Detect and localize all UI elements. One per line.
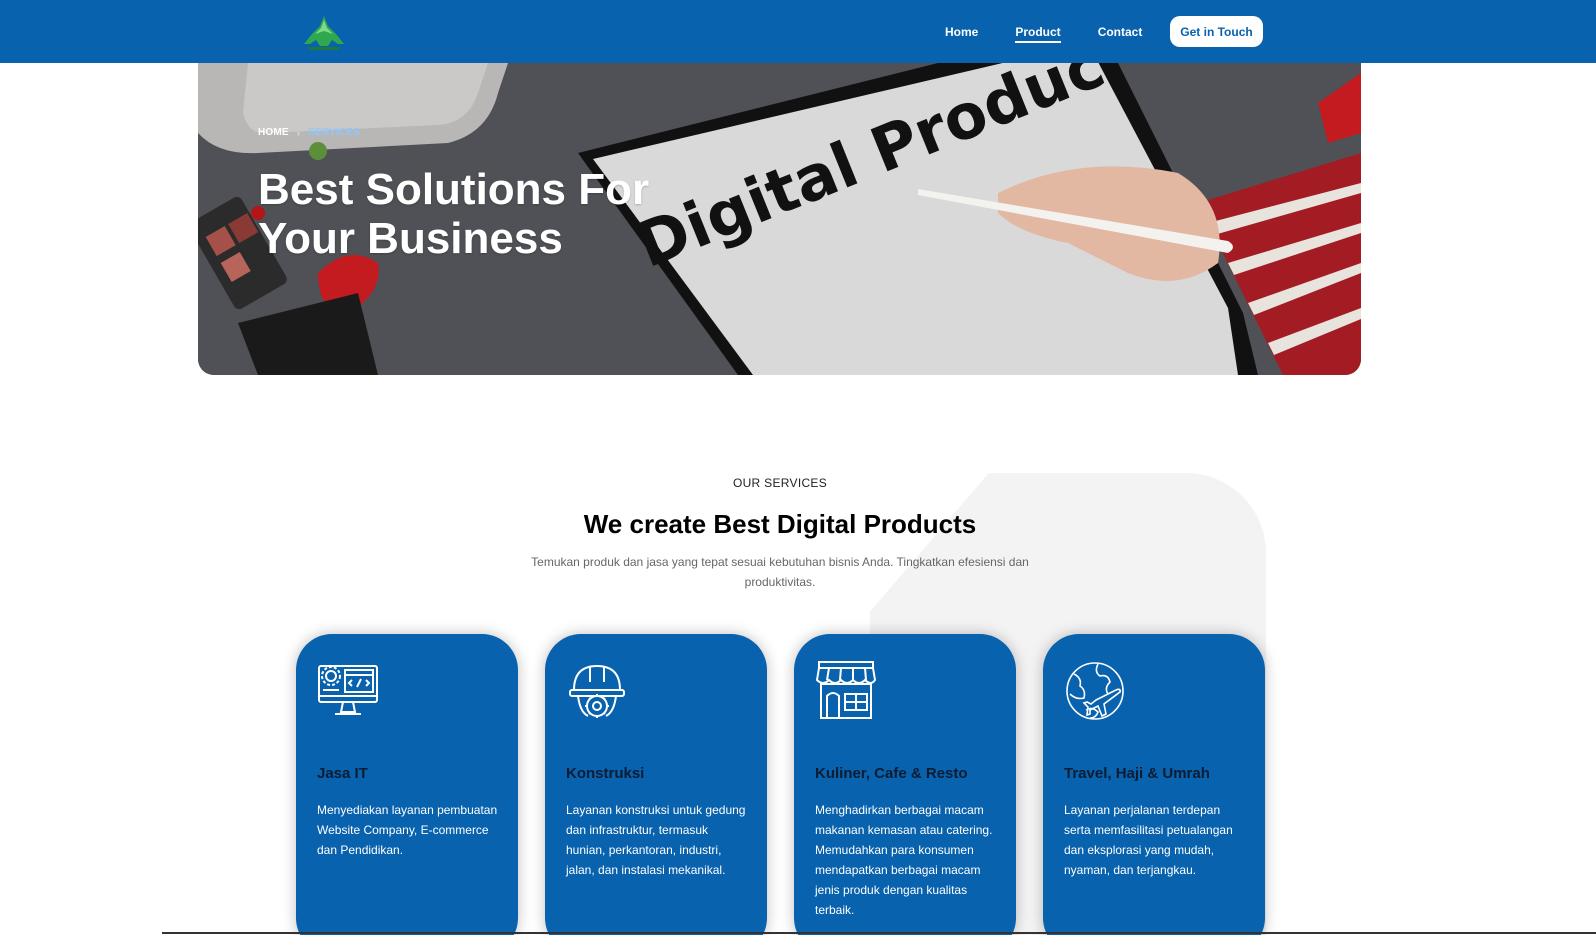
service-card-kuliner[interactable]: Kuliner, Cafe & Resto Menghadirkan berba… — [794, 634, 1016, 935]
service-description: Layanan perjalanan terdepan serta memfas… — [1064, 803, 1233, 877]
nav-product[interactable]: Product — [1015, 25, 1061, 43]
page-divider — [162, 932, 1596, 934]
nav-contact[interactable]: Contact — [1098, 25, 1143, 43]
service-cards: Jasa IT Menyediakan layanan pembuatan We… — [296, 634, 1265, 935]
service-card-travel[interactable]: Travel, Haji & Umrah Layanan perjalanan … — [1043, 634, 1265, 935]
service-description: Menyediakan layanan pembuatan Website Co… — [317, 803, 498, 857]
service-title: Konstruksi — [566, 765, 645, 782]
globe-plane-icon — [1066, 662, 1124, 720]
logo-icon[interactable] — [298, 14, 350, 54]
top-navbar: Home Product Contact Get in Touch — [0, 0, 1596, 63]
breadcrumb-current: SERVICES — [308, 127, 361, 138]
service-description: Menghadirkan berbagai macam makanan kema… — [815, 803, 993, 917]
section-kicker: OUR SERVICES — [732, 476, 828, 490]
service-description: Layanan konstruksi untuk gedung dan infr… — [566, 803, 746, 877]
hero-title-line1: Best Solutions For — [258, 165, 650, 214]
hardhat-icon — [569, 664, 625, 718]
store-icon — [815, 661, 877, 719]
chevron-right-icon: › — [296, 127, 301, 138]
service-title: Travel, Haji & Umrah — [1064, 765, 1210, 782]
service-card-jasa-it[interactable]: Jasa IT Menyediakan layanan pembuatan We… — [296, 634, 518, 935]
breadcrumb: HOME › SERVICES — [258, 127, 360, 138]
main-nav: Home Product Contact — [945, 0, 1179, 63]
nav-home[interactable]: Home — [945, 25, 978, 43]
hero-banner: Digital Produc HOME › SERVICES Best Solu… — [198, 63, 1361, 375]
section-title: We create Best Digital Products — [583, 509, 977, 539]
get-in-touch-button[interactable]: Get in Touch — [1170, 16, 1263, 47]
computer-gear-icon — [318, 665, 378, 715]
section-description: Temukan produk dan jasa yang tepat sesua… — [531, 555, 1029, 589]
service-title: Kuliner, Cafe & Resto — [815, 765, 968, 782]
hero-title-line2: Your Business — [258, 214, 563, 263]
service-title: Jasa IT — [317, 765, 368, 782]
hero-title: Best Solutions For Your Business — [258, 165, 738, 263]
service-card-konstruksi[interactable]: Konstruksi Layanan konstruksi untuk gedu… — [545, 634, 767, 935]
breadcrumb-home[interactable]: HOME — [258, 127, 289, 138]
